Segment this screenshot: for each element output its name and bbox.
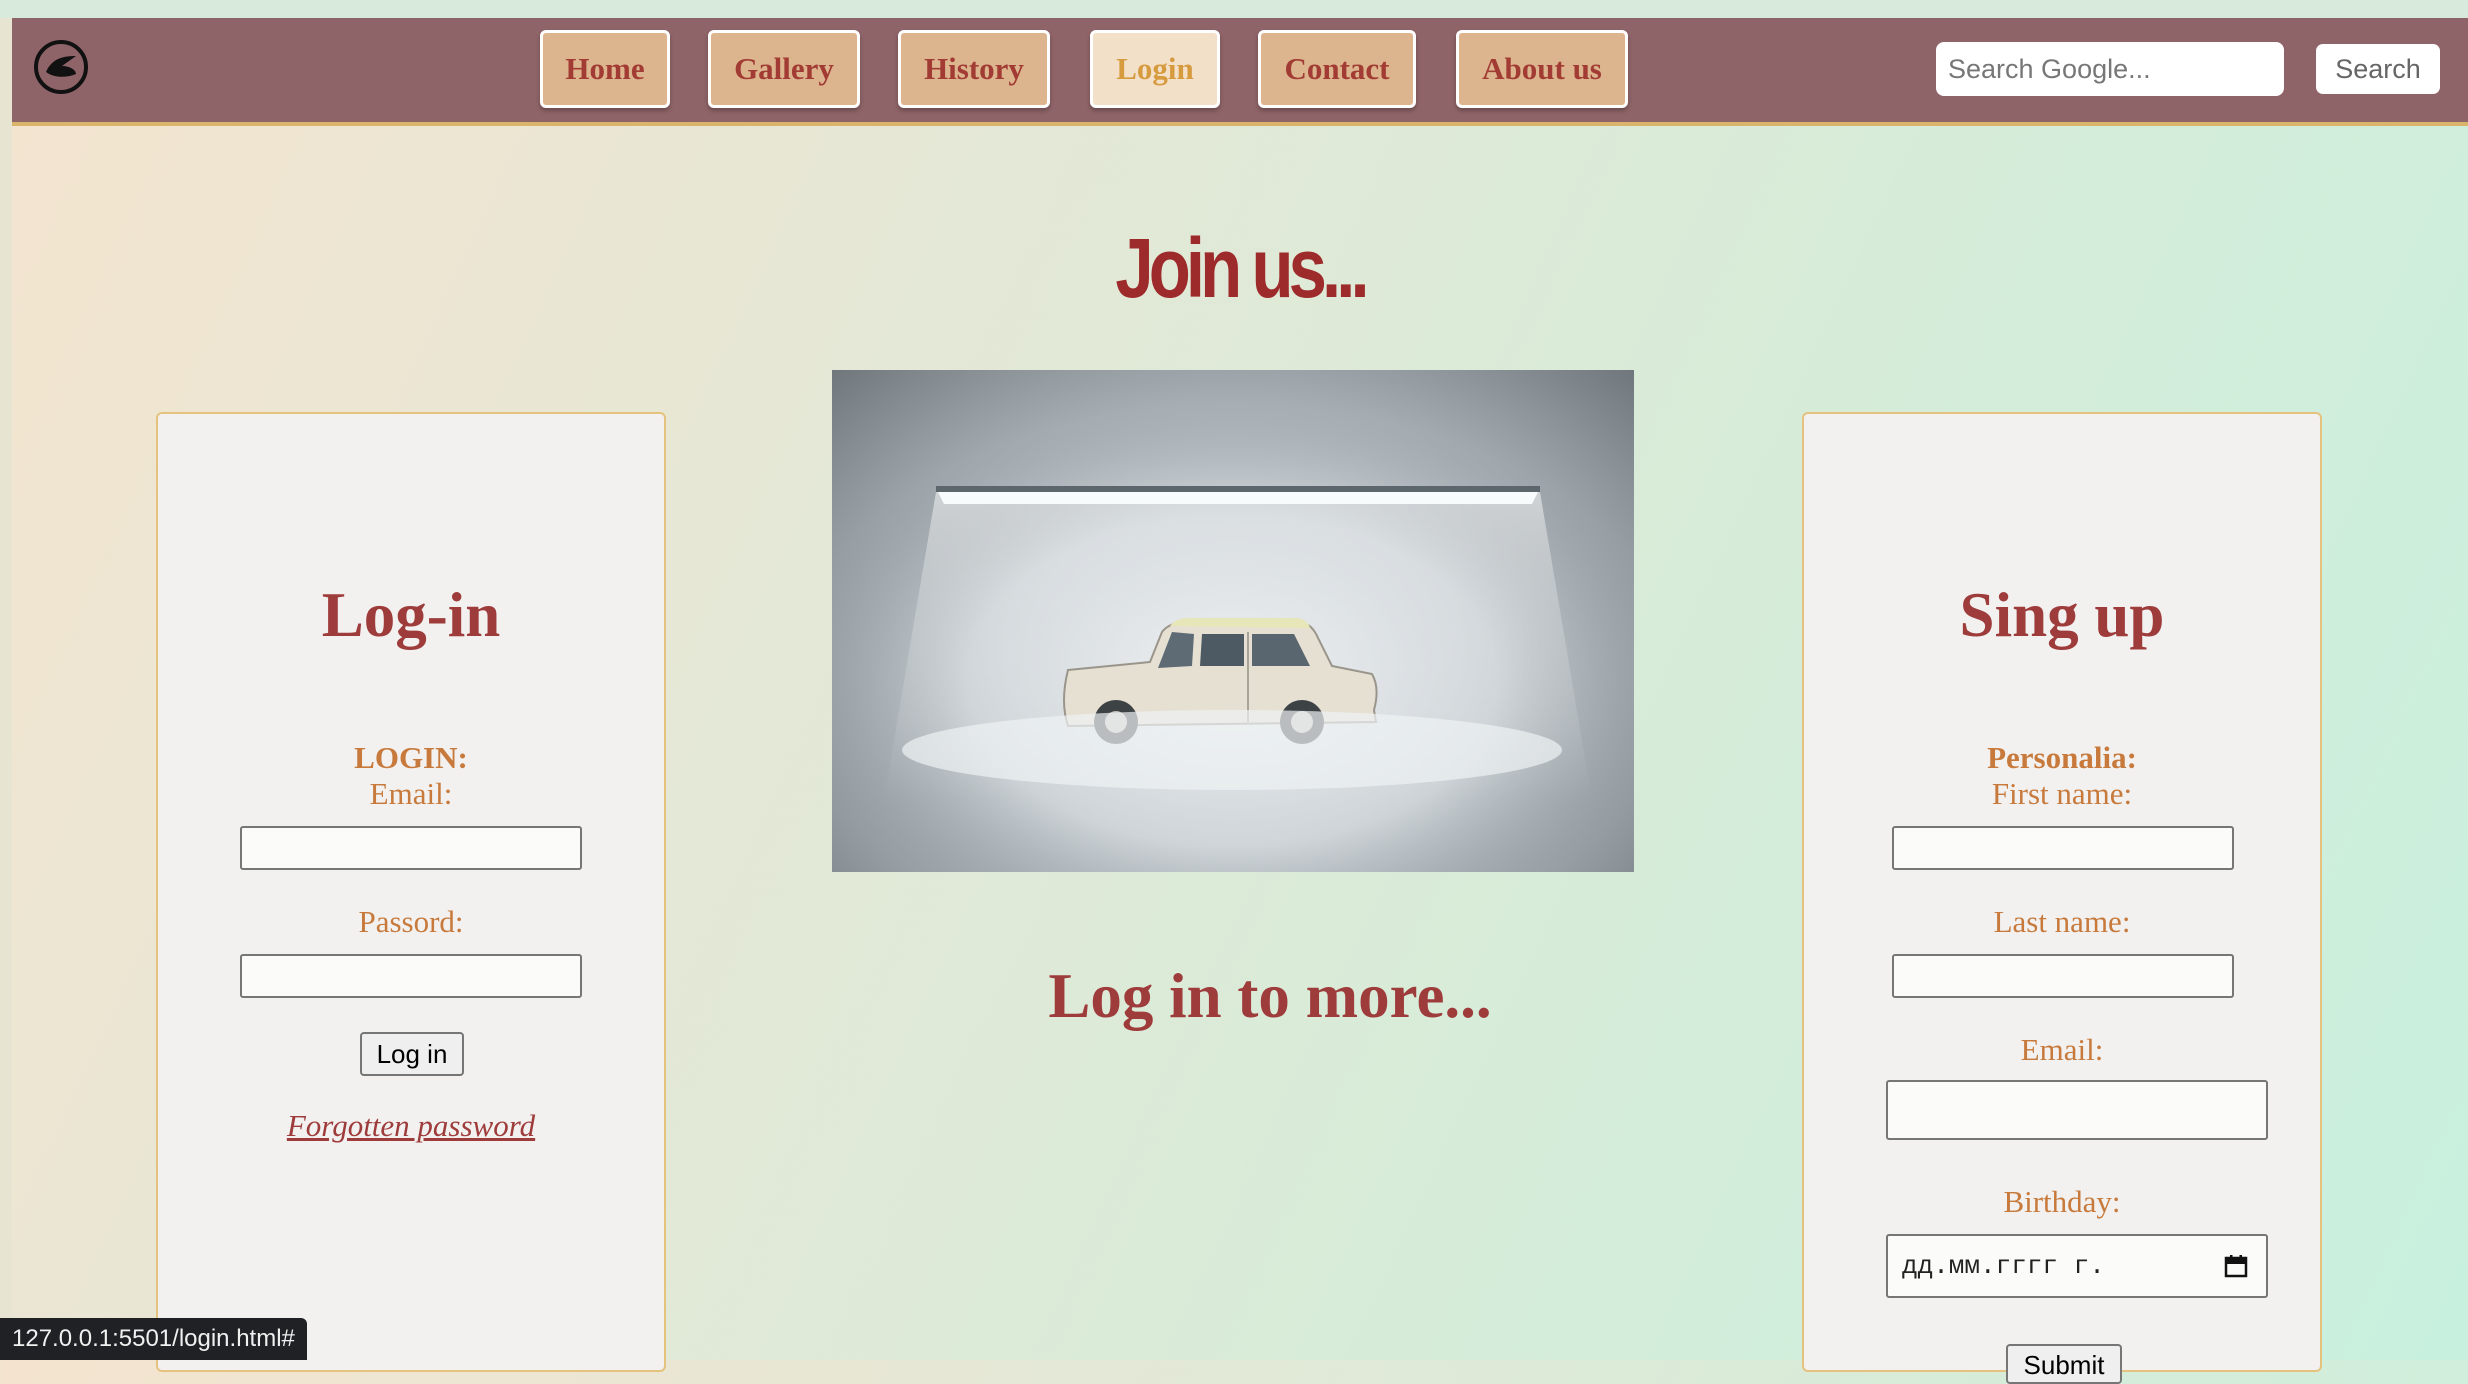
signup-panel: Sing up Personalia: First name: Last nam… (1802, 412, 2322, 1384)
login-section-title: LOGIN: (354, 740, 468, 775)
window-left-strip (0, 18, 12, 1360)
signup-title: Sing up (1959, 580, 2165, 650)
nav-history-button[interactable]: History (898, 30, 1050, 108)
login-password-label: Passord: (358, 904, 464, 939)
last-name-label: Last name: (1993, 904, 2131, 939)
nav-gallery-button[interactable]: Gallery (708, 30, 860, 108)
birthday-label: Birthday: (2003, 1184, 2121, 1219)
login-button[interactable]: Log in (360, 1032, 464, 1076)
window-top-strip (0, 0, 2468, 18)
hero-car-image (832, 370, 1634, 872)
login-title: Log-in (321, 580, 501, 650)
login-email-input[interactable] (240, 826, 582, 870)
signup-email-input[interactable] (1886, 1080, 2268, 1140)
first-name-label: First name: (1991, 776, 2133, 811)
login-email-label: Email: (369, 776, 453, 811)
submit-button[interactable]: Submit (2006, 1344, 2122, 1384)
signup-section-title: Personalia: (1987, 740, 2137, 775)
login-password-input[interactable] (240, 954, 582, 998)
birthday-input[interactable]: дд.мм.гггг г. (1886, 1234, 2268, 1298)
calendar-icon[interactable] (2224, 1254, 2248, 1278)
nav-contact-button[interactable]: Contact (1258, 30, 1416, 108)
search-input[interactable] (1936, 42, 2284, 96)
nav-about-us-button[interactable]: About us (1456, 30, 1628, 108)
forgotten-password-link[interactable]: Forgotten password (158, 1108, 664, 1144)
search-button[interactable]: Search (2316, 44, 2440, 94)
site-logo-icon[interactable] (32, 38, 90, 96)
last-name-input[interactable] (1892, 954, 2234, 998)
nav-home-button[interactable]: Home (540, 30, 670, 108)
navbar: Home Gallery History Login Contact About… (12, 18, 2468, 126)
login-prompt-heading: Log in to more... (1048, 961, 1492, 1031)
first-name-input[interactable] (1892, 826, 2234, 870)
birthday-placeholder: дд.мм.гггг г. (1902, 1251, 2105, 1281)
status-url-bar: 127.0.0.1:5501/login.html# (0, 1318, 307, 1360)
car-illustration (832, 370, 1634, 872)
page-title: Join us... (1115, 221, 1369, 315)
nav-login-button[interactable]: Login (1090, 30, 1220, 108)
signup-email-label: Email: (2020, 1032, 2104, 1067)
login-panel: Log-in LOGIN: Email: Passord: Log in For… (156, 412, 666, 1372)
